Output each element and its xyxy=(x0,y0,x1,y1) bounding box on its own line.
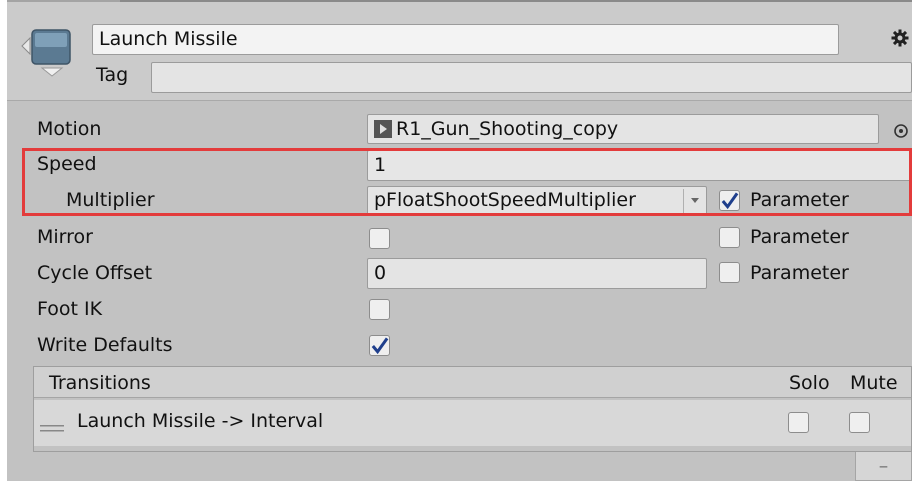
tag-field[interactable] xyxy=(151,62,912,93)
mirror-parameter-label: Parameter xyxy=(750,226,849,248)
header-divider xyxy=(120,0,912,2)
cycle-offset-parameter-checkbox[interactable] xyxy=(719,262,740,283)
cycle-offset-parameter-label: Parameter xyxy=(750,262,849,284)
transition-label: Launch Missile -> Interval xyxy=(77,410,324,432)
mirror-checkbox[interactable] xyxy=(369,228,390,249)
mute-column-label: Mute xyxy=(850,372,898,394)
foot-ik-checkbox[interactable] xyxy=(369,299,390,320)
gear-icon[interactable] xyxy=(890,28,910,48)
transition-solo-checkbox[interactable] xyxy=(788,412,809,433)
transitions-header-label: Transitions xyxy=(49,372,151,394)
motion-clip-name: R1_Gun_Shooting_copy xyxy=(396,117,619,140)
drag-handle-icon[interactable] xyxy=(40,418,64,432)
motion-field[interactable]: R1_Gun_Shooting_copy xyxy=(367,114,879,144)
remove-transition-button[interactable]: – xyxy=(855,452,912,481)
cycle-offset-field[interactable]: 0 xyxy=(367,258,707,289)
transitions-header xyxy=(34,367,911,398)
cycle-offset-label: Cycle Offset xyxy=(37,262,153,284)
object-picker-icon[interactable] xyxy=(893,122,909,138)
solo-column-label: Solo xyxy=(789,372,830,394)
state-name-text: Launch Missile xyxy=(99,28,238,50)
write-defaults-checkbox[interactable] xyxy=(369,335,390,356)
mirror-parameter-checkbox[interactable] xyxy=(719,227,740,248)
write-defaults-label: Write Defaults xyxy=(37,334,173,356)
transition-mute-checkbox[interactable] xyxy=(849,412,870,433)
mirror-label: Mirror xyxy=(37,226,93,248)
foot-ik-label: Foot IK xyxy=(37,298,103,320)
tag-label: Tag xyxy=(96,64,129,86)
state-name-field[interactable]: Launch Missile xyxy=(92,24,839,55)
motion-label: Motion xyxy=(37,118,102,140)
speed-multiplier-highlight xyxy=(22,148,912,216)
animator-state-icon xyxy=(20,24,74,82)
animation-clip-icon xyxy=(374,120,392,138)
